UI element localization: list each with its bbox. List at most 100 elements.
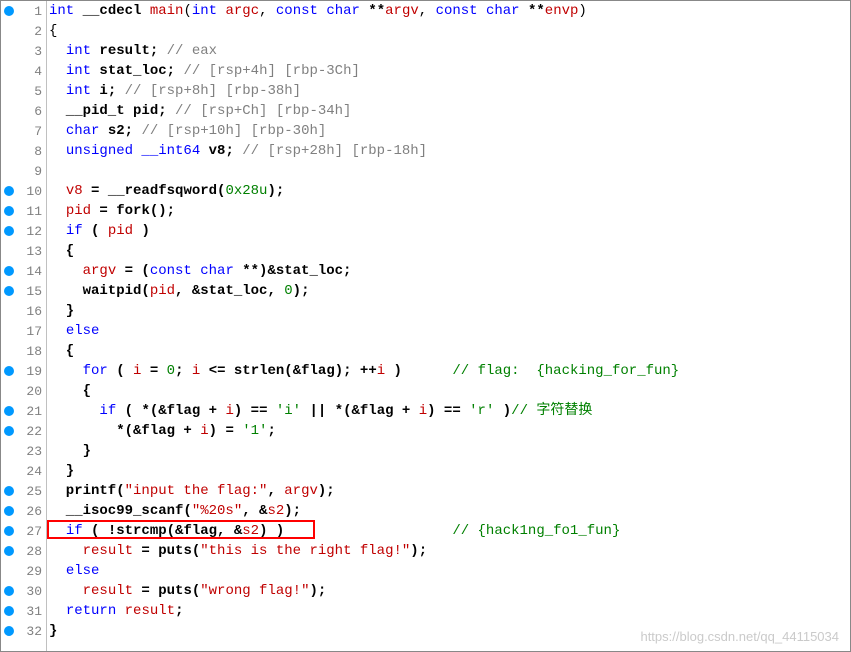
code-line[interactable]: waitpid(pid, &stat_loc, 0); — [49, 281, 850, 301]
gutter-line[interactable]: 31 — [1, 601, 46, 621]
gutter-line[interactable]: 18 — [1, 341, 46, 361]
code-line[interactable]: } — [49, 461, 850, 481]
gutter-line[interactable]: 10 — [1, 181, 46, 201]
code-token: result — [83, 543, 133, 559]
code-token: int — [66, 83, 91, 99]
code-line[interactable]: int i; // [rsp+8h] [rbp-38h] — [49, 81, 850, 101]
code-line[interactable]: } — [49, 301, 850, 321]
gutter-line[interactable]: 9 — [1, 161, 46, 181]
line-number: 11 — [26, 204, 42, 219]
gutter-line[interactable]: 6 — [1, 101, 46, 121]
line-number: 6 — [34, 104, 42, 119]
gutter-line[interactable]: 2 — [1, 21, 46, 41]
breakpoint-marker[interactable] — [4, 286, 14, 296]
code-token: // [rsp+8h] [rbp-38h] — [125, 83, 301, 99]
breakpoint-marker[interactable] — [4, 266, 14, 276]
gutter-line[interactable]: 1 — [1, 1, 46, 21]
code-line[interactable]: v8 = __readfsqword(0x28u); — [49, 181, 850, 201]
gutter-line[interactable]: 20 — [1, 381, 46, 401]
gutter-line[interactable]: 17 — [1, 321, 46, 341]
breakpoint-marker[interactable] — [4, 526, 14, 536]
code-line[interactable]: unsigned __int64 v8; // [rsp+28h] [rbp-1… — [49, 141, 850, 161]
line-number: 26 — [26, 504, 42, 519]
code-line[interactable]: { — [49, 21, 850, 41]
gutter-line[interactable]: 5 — [1, 81, 46, 101]
code-line[interactable]: else — [49, 561, 850, 581]
code-line[interactable]: if ( pid ) — [49, 221, 850, 241]
code-token: <= strlen(&flag); ++ — [200, 363, 376, 379]
code-token: ** — [360, 3, 385, 19]
gutter-line[interactable]: 24 — [1, 461, 46, 481]
breakpoint-marker[interactable] — [4, 546, 14, 556]
code-line[interactable]: __isoc99_scanf("%20s", &s2); — [49, 501, 850, 521]
gutter-line[interactable]: 30 — [1, 581, 46, 601]
gutter-line[interactable]: 7 — [1, 121, 46, 141]
gutter-line[interactable]: 32 — [1, 621, 46, 641]
gutter-line[interactable]: 11 — [1, 201, 46, 221]
gutter-line[interactable]: 15 — [1, 281, 46, 301]
breakpoint-marker[interactable] — [4, 226, 14, 236]
code-line[interactable]: int stat_loc; // [rsp+4h] [rbp-3Ch] — [49, 61, 850, 81]
code-token: i; — [91, 83, 125, 99]
breakpoint-marker[interactable] — [4, 406, 14, 416]
code-line[interactable]: if ( *(&flag + i) == 'i' || *(&flag + i)… — [49, 401, 850, 421]
gutter-line[interactable]: 28 — [1, 541, 46, 561]
code-token: 0x28u — [225, 183, 267, 199]
breakpoint-marker[interactable] — [4, 506, 14, 516]
breakpoint-marker[interactable] — [4, 586, 14, 596]
breakpoint-marker[interactable] — [4, 206, 14, 216]
code-line[interactable]: argv = (const char **)&stat_loc; — [49, 261, 850, 281]
gutter-line[interactable]: 19 — [1, 361, 46, 381]
code-line[interactable] — [49, 161, 850, 181]
code-area[interactable]: int __cdecl main(int argc, const char **… — [47, 1, 850, 651]
code-token: "this is the right flag!" — [200, 543, 410, 559]
code-line[interactable]: { — [49, 381, 850, 401]
gutter-line[interactable]: 22 — [1, 421, 46, 441]
gutter-line[interactable]: 21 — [1, 401, 46, 421]
gutter-line[interactable]: 16 — [1, 301, 46, 321]
gutter-line[interactable]: 23 — [1, 441, 46, 461]
gutter-line[interactable]: 3 — [1, 41, 46, 61]
code-token — [49, 43, 66, 59]
code-line[interactable]: __pid_t pid; // [rsp+Ch] [rbp-34h] — [49, 101, 850, 121]
code-token — [49, 63, 66, 79]
code-line[interactable]: int __cdecl main(int argc, const char **… — [49, 1, 850, 21]
gutter-line[interactable]: 25 — [1, 481, 46, 501]
code-line[interactable]: pid = fork(); — [49, 201, 850, 221]
code-line[interactable]: printf("input the flag:", argv); — [49, 481, 850, 501]
gutter-line[interactable]: 4 — [1, 61, 46, 81]
code-line[interactable]: } — [49, 441, 850, 461]
gutter-line[interactable]: 8 — [1, 141, 46, 161]
code-line[interactable]: char s2; // [rsp+10h] [rbp-30h] — [49, 121, 850, 141]
code-line[interactable]: int result; // eax — [49, 41, 850, 61]
code-token: waitpid( — [49, 283, 150, 299]
code-token: return — [66, 603, 116, 619]
gutter-line[interactable]: 14 — [1, 261, 46, 281]
code-token: i — [377, 363, 385, 379]
gutter-line[interactable]: 27 — [1, 521, 46, 541]
code-line[interactable]: result = puts("this is the right flag!")… — [49, 541, 850, 561]
gutter-line[interactable]: 26 — [1, 501, 46, 521]
code-line[interactable]: { — [49, 341, 850, 361]
gutter-line[interactable]: 29 — [1, 561, 46, 581]
code-token: = — [141, 363, 166, 379]
code-line[interactable]: { — [49, 241, 850, 261]
code-line[interactable]: for ( i = 0; i <= strlen(&flag); ++i ) /… — [49, 361, 850, 381]
code-line[interactable]: *(&flag + i) = '1'; — [49, 421, 850, 441]
breakpoint-marker[interactable] — [4, 426, 14, 436]
code-token: int — [66, 63, 91, 79]
breakpoint-marker[interactable] — [4, 366, 14, 376]
code-editor[interactable]: 1234567891011121314151617181920212223242… — [0, 0, 851, 652]
breakpoint-marker[interactable] — [4, 486, 14, 496]
breakpoint-marker[interactable] — [4, 186, 14, 196]
code-line[interactable]: return result; — [49, 601, 850, 621]
gutter-line[interactable]: 13 — [1, 241, 46, 261]
breakpoint-marker[interactable] — [4, 606, 14, 616]
code-line[interactable]: if ( !strcmp(&flag, &s2) ) // {hack1ng_f… — [49, 521, 850, 541]
gutter-line[interactable]: 12 — [1, 221, 46, 241]
code-token — [49, 603, 66, 619]
breakpoint-marker[interactable] — [4, 6, 14, 16]
breakpoint-marker[interactable] — [4, 626, 14, 636]
code-line[interactable]: result = puts("wrong flag!"); — [49, 581, 850, 601]
code-line[interactable]: else — [49, 321, 850, 341]
